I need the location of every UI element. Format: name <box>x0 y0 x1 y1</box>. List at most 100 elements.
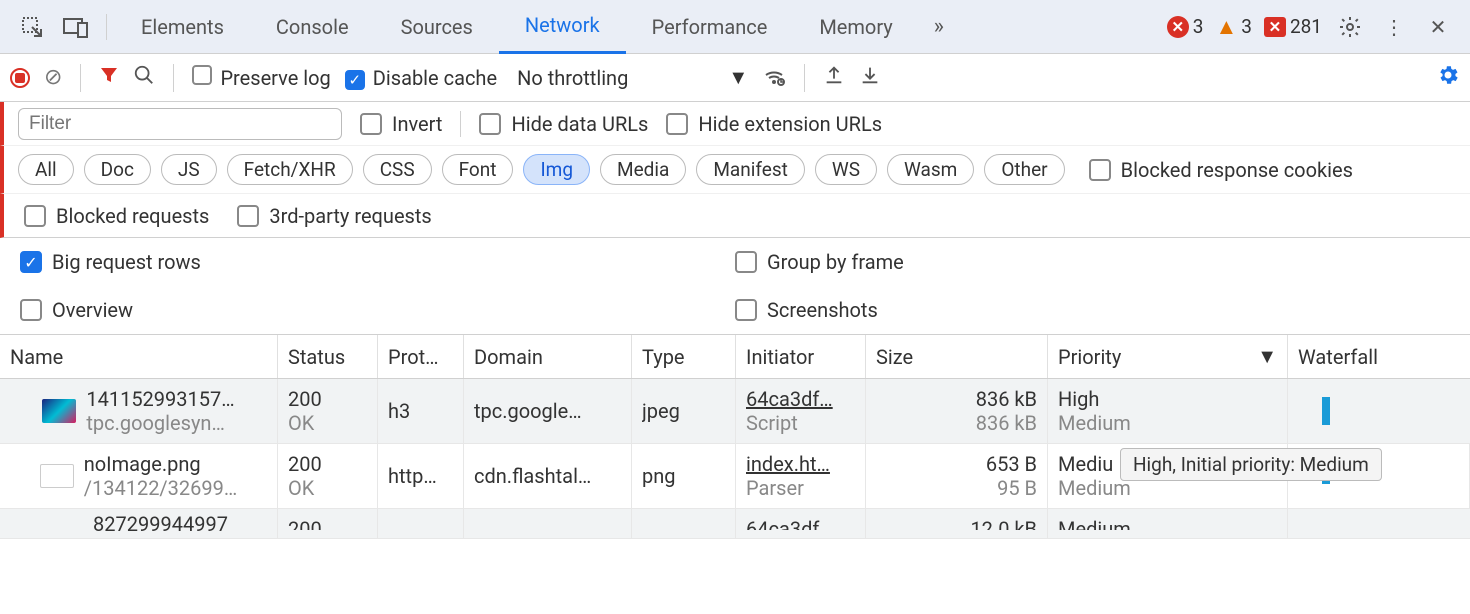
type-filter-bar: All Doc JS Fetch/XHR CSS Font Img Media … <box>0 146 1470 194</box>
request-path: /134122/32699… <box>84 476 238 500</box>
blocked-cookies-option[interactable]: Blocked response cookies <box>1089 158 1353 182</box>
tab-console[interactable]: Console <box>250 0 375 54</box>
size: 653 B <box>876 452 1037 476</box>
status-code: 200 <box>288 517 367 530</box>
warning-count[interactable]: ▲3 <box>1215 14 1251 40</box>
issues-count-value: 281 <box>1290 15 1322 38</box>
size-sub: 836 kB <box>876 411 1037 435</box>
pill-font[interactable]: Font <box>442 154 514 185</box>
col-priority-label: Priority <box>1058 345 1121 369</box>
filter-toggle-icon[interactable] <box>99 65 119 90</box>
clear-icon[interactable]: ⊘ <box>44 65 62 90</box>
search-icon[interactable] <box>133 64 155 92</box>
devtools-tab-bar: Elements Console Sources Network Perform… <box>0 0 1470 54</box>
col-protocol[interactable]: Prot… <box>378 335 464 378</box>
pill-js[interactable]: JS <box>161 154 217 185</box>
network-settings-icon[interactable] <box>1436 63 1460 93</box>
col-priority[interactable]: Priority▼ <box>1048 335 1288 378</box>
tab-memory[interactable]: Memory <box>793 0 918 54</box>
issues-count[interactable]: ✕281 <box>1264 15 1322 38</box>
thumbnail-icon <box>40 464 74 488</box>
col-size[interactable]: Size <box>866 335 1048 378</box>
col-type[interactable]: Type <box>632 335 736 378</box>
inspect-icon[interactable] <box>10 5 54 49</box>
status-code: 200 <box>288 452 367 476</box>
overview-option[interactable]: Overview <box>20 298 133 322</box>
blocked-cookies-label: Blocked response cookies <box>1121 158 1353 182</box>
initiator-type: Parser <box>746 476 855 500</box>
more-tabs-icon[interactable]: » <box>919 14 959 39</box>
network-settings-panel: ✓Big request rows Group by frame Overvie… <box>0 238 1470 335</box>
throttling-label: No throttling <box>517 66 628 90</box>
error-count[interactable]: ✕3 <box>1167 15 1204 38</box>
col-waterfall[interactable]: Waterfall <box>1288 335 1470 378</box>
third-party-option[interactable]: 3rd-party requests <box>237 204 431 228</box>
col-name[interactable]: Name <box>0 335 278 378</box>
size: 12.0 kB <box>876 517 1037 530</box>
pill-ws[interactable]: WS <box>815 154 877 185</box>
col-domain[interactable]: Domain <box>464 335 632 378</box>
big-rows-option[interactable]: ✓Big request rows <box>20 250 201 274</box>
initiator-link[interactable]: 64ca3df… <box>746 387 855 411</box>
pill-all[interactable]: All <box>18 154 74 185</box>
network-table: Name Status Prot… Domain Type Initiator … <box>0 335 1470 539</box>
pill-manifest[interactable]: Manifest <box>696 154 805 185</box>
size-sub: 95 B <box>876 476 1037 500</box>
tab-network[interactable]: Network <box>499 0 626 54</box>
device-toggle-icon[interactable] <box>54 5 98 49</box>
group-by-frame-label: Group by frame <box>767 250 904 274</box>
preserve-log-option[interactable]: Preserve log <box>192 65 330 90</box>
screenshots-label: Screenshots <box>767 298 878 322</box>
invert-option[interactable]: Invert <box>360 112 442 136</box>
table-row[interactable]: 141152993157…tpc.googlesyn… 200OK h3 tpc… <box>0 379 1470 444</box>
settings-gear-icon[interactable] <box>1328 5 1372 49</box>
throttling-select[interactable]: No throttling▼ <box>517 65 748 90</box>
col-initiator[interactable]: Initiator <box>736 335 866 378</box>
pill-other[interactable]: Other <box>984 154 1064 185</box>
status-text: OK <box>288 476 367 500</box>
tab-elements[interactable]: Elements <box>115 0 250 54</box>
error-count-value: 3 <box>1193 15 1204 38</box>
initiator-type: Script <box>746 411 855 435</box>
blocked-requests-label: Blocked requests <box>56 204 209 228</box>
import-har-icon[interactable] <box>859 64 881 92</box>
export-har-icon[interactable] <box>823 64 845 92</box>
record-button[interactable] <box>10 68 30 88</box>
priority-tooltip: High, Initial priority: Medium <box>1120 448 1382 481</box>
hide-extension-urls-option[interactable]: Hide extension URLs <box>666 112 882 136</box>
tab-performance[interactable]: Performance <box>626 0 794 54</box>
pill-wasm[interactable]: Wasm <box>887 154 974 185</box>
group-by-frame-option[interactable]: Group by frame <box>735 250 904 274</box>
pill-doc[interactable]: Doc <box>84 154 151 185</box>
initiator-link[interactable]: 64ca3df <box>746 517 855 530</box>
network-conditions-icon[interactable] <box>762 63 786 93</box>
screenshots-option[interactable]: Screenshots <box>735 298 878 322</box>
pill-css[interactable]: CSS <box>363 154 432 185</box>
domain: tpc.google… <box>474 399 621 423</box>
invert-label: Invert <box>392 112 442 136</box>
table-row[interactable]: 827299944997 200 64ca3df 12.0 kB Medium <box>0 509 1470 539</box>
domain: cdn.flashtal… <box>474 464 621 488</box>
disable-cache-option[interactable]: ✓Disable cache <box>345 66 497 90</box>
priority-sub: Medium <box>1058 411 1277 435</box>
pill-img[interactable]: Img <box>523 154 590 185</box>
priority: Medium <box>1058 517 1277 530</box>
filter-input[interactable] <box>18 108 342 140</box>
initiator-link[interactable]: index.ht… <box>746 452 855 476</box>
pill-fetch-xhr[interactable]: Fetch/XHR <box>227 154 353 185</box>
request-name: noImage.png <box>84 452 238 476</box>
request-name: 141152993157… <box>86 387 234 411</box>
blocked-requests-option[interactable]: Blocked requests <box>24 204 209 228</box>
type: jpeg <box>642 399 725 423</box>
thumbnail-icon <box>42 399 76 423</box>
kebab-menu-icon[interactable]: ⋮ <box>1372 5 1416 49</box>
pill-media[interactable]: Media <box>600 154 686 185</box>
tab-sources[interactable]: Sources <box>375 0 499 54</box>
filter-bar: Invert Hide data URLs Hide extension URL… <box>0 102 1470 146</box>
protocol: http… <box>388 464 453 488</box>
hide-data-urls-option[interactable]: Hide data URLs <box>479 112 648 136</box>
table-row[interactable]: noImage.png/134122/32699… 200OK http… cd… <box>0 444 1470 509</box>
close-icon[interactable]: ✕ <box>1416 5 1460 49</box>
network-toolbar: ⊘ Preserve log ✓Disable cache No throttl… <box>0 54 1470 102</box>
col-status[interactable]: Status <box>278 335 378 378</box>
